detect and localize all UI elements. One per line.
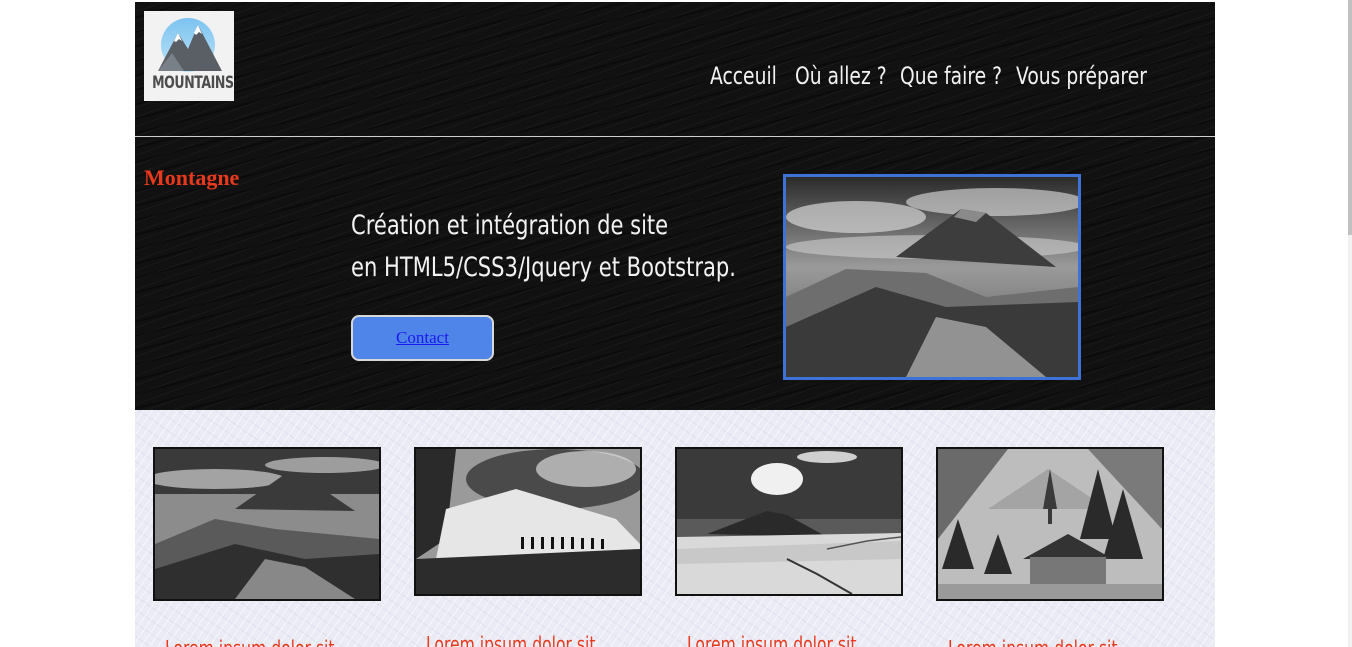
gallery-caption-1: Lorem ipsum dolor sit (165, 636, 334, 647)
gallery-photo-2[interactable] (414, 447, 642, 596)
logo[interactable]: MOUNTAINS (144, 11, 234, 101)
gallery-photo-1[interactable] (153, 447, 381, 601)
alpine-chapel-image (938, 449, 1162, 599)
hero-mountain-photo (783, 174, 1081, 380)
page-scrollbar[interactable] (1348, 0, 1352, 647)
logo-text: MOUNTAINS (152, 73, 234, 93)
snow-peak-image (677, 449, 901, 594)
hero-line-2: en HTML5/CSS3/Jquery et Bootstrap. (351, 252, 736, 283)
nav-item-vous-preparer[interactable]: Vous préparer (1016, 62, 1147, 90)
gallery-photo-3[interactable] (675, 447, 903, 596)
glacier-hikers-image (416, 449, 640, 594)
hero-line-1: Création et intégration de site (351, 210, 669, 241)
nav-item-que-faire[interactable]: Que faire ? (900, 62, 1002, 90)
gallery-caption-4: Lorem ipsum dolor sit (948, 636, 1117, 647)
scrollbar-thumb[interactable] (1348, 0, 1352, 235)
nav-item-accueil[interactable]: Acceuil (710, 62, 777, 90)
contact-button[interactable]: Contact (351, 315, 494, 361)
gallery-caption-3: Lorem ipsum dolor sit (687, 632, 857, 647)
nav-item-ou-allez[interactable]: Où allez ? (795, 62, 887, 90)
header-divider (135, 136, 1215, 137)
header: MOUNTAINS Acceuil Où allez ? Que faire ?… (135, 2, 1215, 410)
volcano-landscape-image (786, 177, 1078, 377)
gallery-section: Lorem ipsum dolor sit Lorem ipsum dolor … (135, 410, 1215, 647)
hero-text: Création et intégration de site en HTML5… (351, 205, 736, 289)
website: MOUNTAINS Acceuil Où allez ? Que faire ?… (135, 2, 1215, 647)
gallery-photo-4[interactable] (936, 447, 1164, 601)
gallery-caption-2: Lorem ipsum dolor sit (426, 632, 596, 647)
hero-title: Montagne (144, 165, 240, 190)
volcano-photo-image (155, 449, 379, 599)
